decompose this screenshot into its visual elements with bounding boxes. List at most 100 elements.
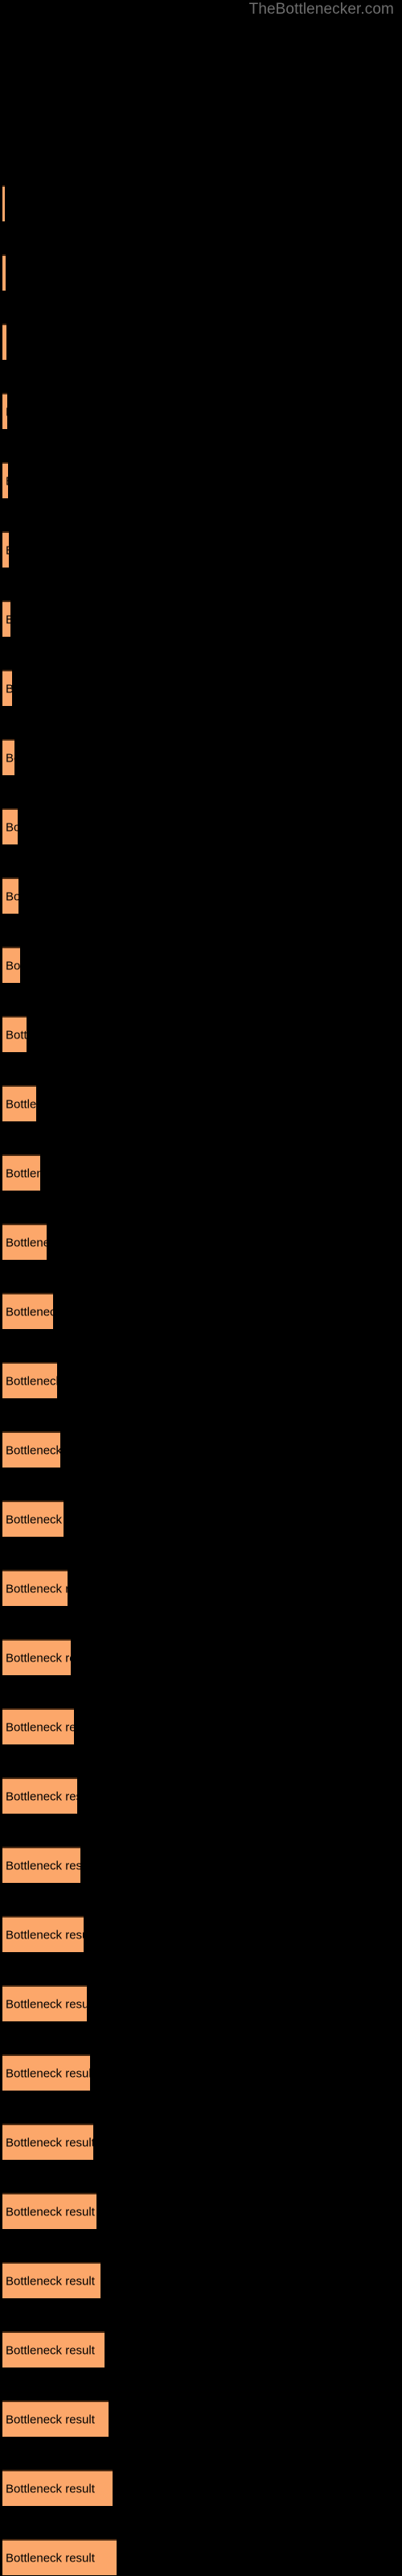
bar-row: Bottleneck result	[2, 185, 5, 221]
bar: Bottleneck result	[2, 531, 9, 568]
bar-label: Bottleneck result	[6, 820, 18, 834]
bar-label: Bottleneck result	[6, 405, 7, 419]
bar: Bottleneck result	[2, 1570, 68, 1606]
bar-row: Bottleneck result	[2, 877, 18, 914]
bar-row: Bottleneck result	[2, 1777, 77, 1814]
bar-row: Bottleneck result	[2, 1293, 53, 1329]
bar: Bottleneck result	[2, 601, 10, 637]
bar-row: Bottleneck result	[2, 1708, 74, 1744]
bar-label: Bottleneck result	[6, 751, 14, 765]
bar: Bottleneck result	[2, 947, 20, 983]
bar: Bottleneck result	[2, 2262, 100, 2298]
bar-row: Bottleneck result	[2, 2470, 113, 2506]
bar-label: Bottleneck result	[6, 2482, 95, 2496]
bar-label: Bottleneck result	[6, 2066, 90, 2080]
bar-label: Bottleneck result	[6, 1790, 77, 1803]
bar: Bottleneck result	[2, 1985, 87, 2021]
bar: Bottleneck result	[2, 808, 18, 844]
chart-root: TheBottlenecker.com Bottleneck resultBot…	[0, 0, 402, 2576]
bar-label: Bottleneck result	[6, 2205, 95, 2219]
bar: Bottleneck result	[2, 1501, 64, 1537]
bar-row: Bottleneck result	[2, 739, 14, 775]
bar-row: Bottleneck result	[2, 2262, 100, 2298]
bar-label: Bottleneck result	[6, 1859, 80, 1872]
bar: Bottleneck result	[2, 2470, 113, 2506]
bar: Bottleneck result	[2, 1777, 77, 1814]
bar-row: Bottleneck result	[2, 2124, 93, 2160]
bar-row: Bottleneck result	[2, 1431, 60, 1468]
bar-label: Bottleneck result	[6, 1720, 74, 1734]
bar: Bottleneck result	[2, 254, 6, 291]
bar: Bottleneck result	[2, 1016, 27, 1052]
bar: Bottleneck result	[2, 1362, 57, 1398]
bar-chart-plot-area: Bottleneck result Bottleneck result Bottle…	[0, 0, 402, 2576]
bar-row: Bottleneck result	[2, 1916, 84, 1952]
bar: Bottleneck result	[2, 1224, 47, 1260]
bar-label: Bottleneck result	[6, 543, 9, 557]
bar-row: Bottleneck result	[2, 947, 20, 983]
bar-label: Bottleneck result	[6, 1374, 57, 1388]
bar-row: Bottleneck result	[2, 1847, 80, 1883]
bar-row: Bottleneck result	[2, 531, 9, 568]
bar-row: Bottleneck result	[2, 1985, 87, 2021]
bar: Bottleneck result	[2, 2054, 90, 2091]
bar-label: Bottleneck result	[6, 1513, 64, 1526]
bar: Bottleneck result	[2, 2193, 96, 2229]
bar-row: Bottleneck result	[2, 1224, 47, 1260]
bar-label: Bottleneck result	[6, 959, 20, 972]
bar-label: Bottleneck result	[6, 1651, 71, 1665]
bar: Bottleneck result	[2, 670, 12, 706]
bar-label: Bottleneck result	[6, 1028, 27, 1042]
bar-label: Bottleneck result	[6, 1166, 40, 1180]
bar-row: Bottleneck result	[2, 601, 10, 637]
bar-label: Bottleneck result	[6, 2551, 95, 2565]
bar: Bottleneck result	[2, 1085, 36, 1121]
bar-row: Bottleneck result	[2, 1501, 64, 1537]
bar-row: Bottleneck result	[2, 2539, 117, 2575]
bar-row: Bottleneck result	[2, 393, 7, 429]
bar-label: Bottleneck result	[6, 2343, 95, 2357]
bar-row: Bottleneck result	[2, 1570, 68, 1606]
bar: Bottleneck result	[2, 1847, 80, 1883]
bar-label: Bottleneck result	[6, 682, 12, 696]
bar: Bottleneck result	[2, 1154, 40, 1191]
bar: Bottleneck result	[2, 2539, 117, 2575]
bar: Bottleneck result	[2, 1708, 74, 1744]
bar-label: Bottleneck result	[6, 2274, 95, 2288]
bar-row: Bottleneck result	[2, 1639, 71, 1675]
bar-row: Bottleneck result	[2, 2193, 96, 2229]
bar-label: Bottleneck result	[6, 1997, 87, 2011]
bar-label: Bottleneck result	[6, 1928, 84, 1942]
bar-row: Bottleneck result	[2, 324, 6, 360]
bar-label: Bottleneck result	[6, 474, 8, 488]
bar-label: Bottleneck result	[6, 890, 18, 903]
bar: Bottleneck result	[2, 739, 14, 775]
bar: Bottleneck result	[2, 185, 5, 221]
bar: Bottleneck result	[2, 2401, 109, 2437]
bar: Bottleneck result	[2, 1431, 60, 1468]
bar-row: Bottleneck result	[2, 1154, 40, 1191]
bar-label: Bottleneck result	[6, 1236, 47, 1249]
bar-row: Bottleneck result	[2, 254, 6, 291]
bar-row: Bottleneck result	[2, 462, 8, 498]
bar: Bottleneck result	[2, 2124, 93, 2160]
bar-label: Bottleneck result	[6, 1582, 68, 1596]
bar-row: Bottleneck result	[2, 2054, 90, 2091]
bar-row: Bottleneck result	[2, 670, 12, 706]
bar: Bottleneck result	[2, 877, 18, 914]
bar-label: Bottleneck result	[6, 613, 10, 626]
bar: Bottleneck result	[2, 1639, 71, 1675]
bar: Bottleneck result	[2, 1293, 53, 1329]
bar-row: Bottleneck result	[2, 808, 18, 844]
bar-row: Bottleneck result	[2, 2401, 109, 2437]
bar: Bottleneck result	[2, 2331, 105, 2368]
bar-label: Bottleneck result	[6, 2413, 95, 2426]
bar-label: Bottleneck result	[6, 1305, 53, 1319]
bar-row: Bottleneck result	[2, 2331, 105, 2368]
bar-row: Bottleneck result	[2, 1085, 36, 1121]
bar: Bottleneck result	[2, 462, 8, 498]
bar-label: Bottleneck result	[6, 1097, 36, 1111]
bar-label: Bottleneck result	[6, 2136, 93, 2149]
bar-row: Bottleneck result	[2, 1016, 27, 1052]
bar-row: Bottleneck result	[2, 1362, 57, 1398]
